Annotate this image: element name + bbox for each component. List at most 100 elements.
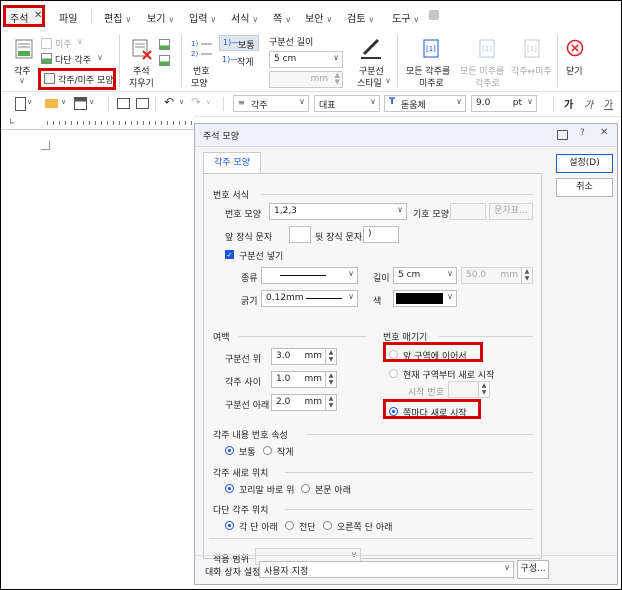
redo-icon[interactable]: ↷	[191, 95, 201, 109]
ok-button[interactable]: 설정(D)	[556, 154, 613, 173]
spinner-icon[interactable]: ▲ ▼	[325, 395, 336, 410]
dialog-titlebar[interactable]: 주석 모양 ? ✕	[195, 124, 617, 147]
separator-length-dlg-select[interactable]: 5 cm ∨	[393, 267, 457, 284]
font-size-select[interactable]: 9.0 pt ∨	[471, 95, 537, 112]
menu-tools[interactable]: 도구 ∨	[392, 10, 419, 25]
menu-edit[interactable]: 편집 ∨	[104, 10, 131, 25]
chevron-down-icon[interactable]: ∨	[206, 98, 211, 106]
next-note-icon[interactable]	[159, 55, 170, 66]
menu-insert[interactable]: 입력 ∨	[189, 10, 216, 25]
margin-above-input[interactable]: 3.0 mm ▲ ▼	[271, 348, 337, 365]
style-small-button[interactable]: 1)— 작게	[219, 53, 259, 69]
chevron-down-icon[interactable]: ∨	[61, 98, 66, 106]
char-map-button[interactable]: 문자표...	[489, 203, 533, 220]
symbol-shape-input[interactable]	[450, 203, 486, 220]
separator-checkbox[interactable]: ✓	[225, 250, 234, 259]
convert-to-endnote-label-2: 미주로	[419, 79, 444, 89]
convert-to-footnote-button[interactable]: [1] 모든 미주를 각주로	[459, 36, 515, 89]
separator-color-select[interactable]: ∨	[393, 290, 457, 307]
menu-page[interactable]: 쪽 ∨	[273, 10, 291, 25]
separator-style-button[interactable]: 구분선 스타일 ∨	[353, 36, 391, 89]
spinner-icon[interactable]: ▲ ▼	[335, 72, 340, 86]
prev-note-icon[interactable]	[159, 39, 170, 50]
radio-restart-section[interactable]	[389, 369, 398, 378]
open-folder-icon[interactable]	[45, 99, 58, 108]
footnote-button[interactable]: 각주 ∨	[9, 36, 39, 88]
menu-file[interactable]: 파일	[59, 10, 77, 25]
help-button[interactable]: ?	[580, 128, 585, 138]
ribbon-divider	[181, 35, 182, 87]
margin-below-value: 2.0	[276, 397, 291, 407]
radio-span-all[interactable]	[285, 521, 294, 530]
dialog-settings-select[interactable]: 사용자 지정 ∨	[259, 561, 514, 578]
chevron-down-icon: ∨	[370, 97, 376, 106]
margin-below-input[interactable]: 2.0 mm ▲ ▼	[271, 394, 337, 411]
menu-review[interactable]: 검토 ∨	[347, 10, 374, 25]
delete-notes-button[interactable]: 주석 지우기	[125, 36, 157, 89]
section-multi-column: 다단 각주 위치	[213, 506, 269, 516]
margin-between-input[interactable]: 1.0 mm ▲ ▼	[271, 371, 337, 388]
spinner-icon[interactable]: ▲ ▼	[521, 268, 532, 283]
style-normal-button[interactable]: 1)— 보통	[219, 35, 259, 51]
section-rule	[439, 336, 533, 337]
font-select[interactable]: T 돋움체 ∨	[384, 95, 466, 112]
font-group-select[interactable]: 대표 ∨	[314, 95, 380, 112]
convert-to-endnote-button[interactable]: [1] 모든 각주를 미주로	[403, 36, 459, 89]
undo-icon[interactable]: ↶	[164, 95, 174, 109]
radio-tail[interactable]	[225, 484, 234, 493]
cancel-button[interactable]: 취소	[556, 178, 613, 197]
suffix-input[interactable]: )	[363, 226, 399, 243]
menu-format[interactable]: 서식 ∨	[231, 10, 258, 25]
print-icon[interactable]	[117, 98, 130, 109]
radio-right-column[interactable]	[323, 521, 332, 530]
separator-length-select[interactable]: 5 cm ∨	[269, 51, 343, 68]
endnote-button[interactable]: 미주	[55, 37, 72, 50]
separator-length-mm-field[interactable]: 50.0 mm ▲ ▼	[461, 267, 533, 284]
bold-button[interactable]: 가	[564, 96, 573, 111]
separator-thickness-select[interactable]: 0.12mm ∨	[261, 290, 358, 307]
menu-divider	[91, 9, 92, 23]
chevron-down-icon[interactable]: ∨	[89, 98, 94, 106]
style-select[interactable]: ≡ 각주 ∨	[233, 95, 309, 112]
number-shape-select[interactable]: 1,2,3 ∨	[269, 203, 407, 220]
chevron-down-icon[interactable]: ∨	[179, 98, 184, 106]
multilevel-footnote-button[interactable]: 다단 각주	[55, 53, 91, 66]
comment-icon[interactable]	[557, 130, 568, 140]
menu-view[interactable]: 보기 ∨	[147, 10, 174, 25]
spinner-icon[interactable]: ▲ ▼	[478, 382, 489, 397]
chevron-down-icon: ∨	[299, 97, 305, 106]
radio-content-small[interactable]	[263, 446, 272, 455]
print-preview-icon[interactable]	[136, 98, 149, 109]
chevron-down-icon[interactable]: ∨	[27, 98, 32, 106]
puzzle-icon[interactable]	[429, 10, 439, 20]
prefix-input[interactable]	[289, 226, 311, 243]
start-number-input[interactable]: ▲ ▼	[448, 381, 490, 398]
underline-button[interactable]: 가	[604, 96, 613, 111]
style-small-label: 작게	[237, 58, 254, 68]
close-dialog-icon[interactable]: ✕	[600, 127, 608, 138]
separator-length-mm-input[interactable]: mm ▲ ▼	[269, 71, 343, 88]
save-icon[interactable]	[74, 97, 87, 110]
spinner-icon[interactable]: ▲ ▼	[325, 349, 336, 364]
spinner-icon[interactable]: ▲ ▼	[325, 372, 336, 387]
radio-content-normal[interactable]	[225, 446, 234, 455]
radio-below-text-label: 본문 아래	[315, 486, 351, 496]
number-shape-button[interactable]: 1) 2) 번호 모양	[187, 36, 217, 89]
swap-notes-button[interactable]: [1] 각주↔미주	[509, 36, 555, 88]
separator-type-select[interactable]: ∨	[261, 267, 358, 284]
close-ribbon-button[interactable]: 닫기	[561, 36, 589, 88]
italic-button[interactable]: 가	[584, 96, 593, 111]
svg-text:[1]: [1]	[482, 45, 492, 53]
chevron-down-icon: ∨	[125, 15, 132, 24]
menu-security[interactable]: 보안 ∨	[305, 10, 332, 25]
margin-between-unit: mm	[304, 374, 322, 384]
font-icon: T	[389, 97, 396, 107]
radio-tail-label: 꼬리말 바로 위	[239, 486, 295, 496]
new-document-icon[interactable]	[15, 97, 26, 111]
radio-each-column[interactable]	[225, 521, 234, 530]
tab-footnote-shape[interactable]: 각주 모양	[203, 152, 261, 174]
config-button[interactable]: 구성...	[517, 560, 549, 579]
document-area[interactable]	[1, 116, 194, 589]
radio-below-text[interactable]	[301, 484, 310, 493]
tab-stop-icon[interactable]: ∟	[9, 117, 16, 126]
